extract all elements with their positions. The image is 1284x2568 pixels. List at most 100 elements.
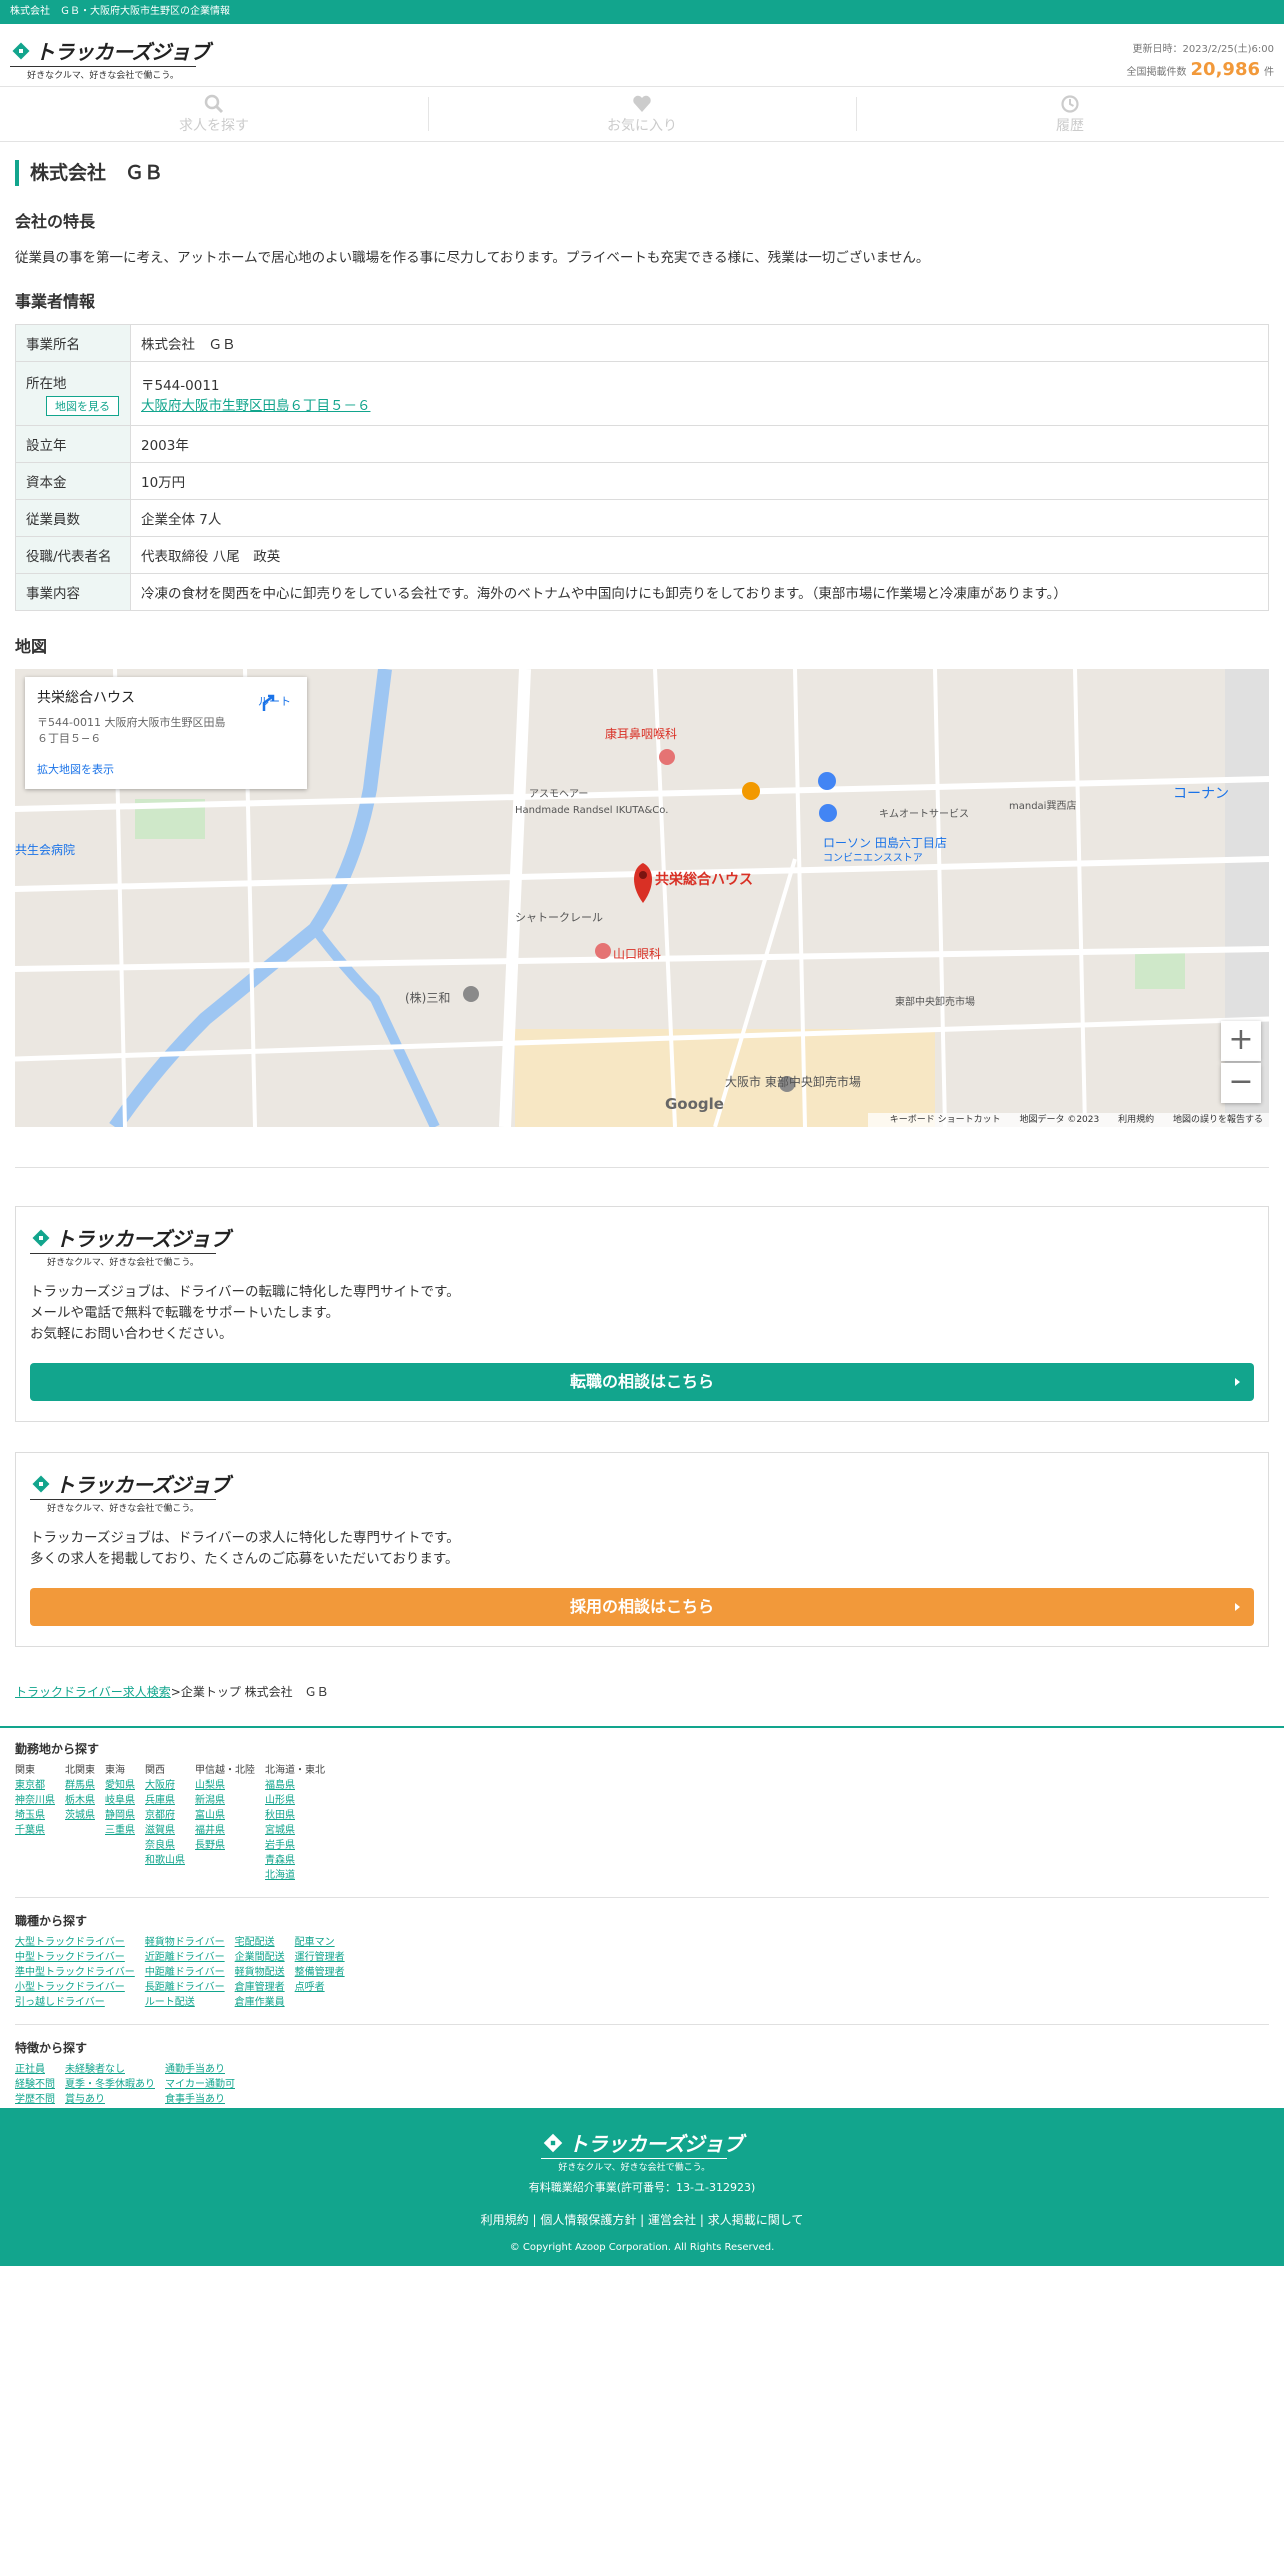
column-heading: 関西 (145, 1765, 165, 1776)
search-link[interactable]: 長野県 (195, 1838, 255, 1853)
map-label-sanwa: (株)三和 (405, 991, 451, 1005)
search-link[interactable]: 倉庫管理者 (235, 1980, 285, 1995)
search-icon (204, 94, 224, 114)
search-link[interactable]: 運行管理者 (295, 1950, 345, 1965)
footer-logo-tagline: 好きなクルマ、好きな会社で働こう。 (541, 2158, 728, 2173)
search-link[interactable]: 秋田県 (265, 1808, 325, 1823)
restaurant-pin-icon[interactable] (742, 782, 760, 800)
breadcrumb-current: 企業トップ 株式会社 ＧＢ (180, 1685, 329, 1699)
address-link[interactable]: 大阪府大阪市生野区田島６丁目５－６ (141, 398, 371, 414)
footer-link-terms[interactable]: 利用規約 (481, 2213, 529, 2227)
search-link[interactable]: 和歌山県 (145, 1853, 185, 1868)
search-link[interactable]: 山梨県 (195, 1778, 255, 1793)
search-link[interactable]: 近距離ドライバー (145, 1950, 225, 1965)
row-value: 冷凍の食材を関西を中心に卸売りをしている会社です。海外のベトナムや中国向けにも卸… (130, 573, 1269, 611)
address-value-cell: 〒544-0011 大阪府大阪市生野区田島６丁目５－６ (130, 361, 1269, 426)
zoom-out-button[interactable]: − (1221, 1063, 1261, 1103)
search-link[interactable]: 通勤手当あり (165, 2062, 245, 2077)
search-link[interactable]: 新潟県 (195, 1793, 255, 1808)
search-link[interactable]: 配車マン (295, 1935, 345, 1950)
search-link[interactable]: 食事手当あり (165, 2092, 245, 2107)
logo-diamond-icon (32, 1475, 50, 1492)
map-route-button[interactable]: ルート (258, 693, 291, 711)
promo-line: トラッカーズジョブは、ドライバーの転職に特化した専門サイトです。 (30, 1284, 460, 1300)
search-link[interactable]: 点呼者 (295, 1980, 345, 1995)
search-link[interactable]: 軽貨物ドライバー (145, 1935, 225, 1950)
search-link[interactable]: 経験不問 (15, 2077, 55, 2092)
search-link[interactable]: 宅配配送 (235, 1935, 285, 1950)
view-map-button[interactable]: 地図を見る (46, 395, 119, 416)
footer-logo[interactable]: トラッカーズジョブ 好きなクルマ、好きな会社で働こう。 (0, 2128, 1284, 2173)
search-link[interactable]: 軽貨物配送 (235, 1965, 285, 1980)
search-link[interactable]: 東京都 (15, 1778, 55, 1793)
search-link[interactable]: 埼玉県 (15, 1808, 55, 1823)
search-link[interactable]: 富山県 (195, 1808, 255, 1823)
search-link[interactable]: ルート配送 (145, 1995, 225, 2010)
search-link[interactable]: 三重県 (105, 1823, 135, 1838)
footer-link-posting[interactable]: 求人掲載に関して (708, 2213, 804, 2227)
site-logo[interactable]: トラッカーズジョブ 好きなクルマ、好きな会社で働こう。 (10, 36, 210, 81)
search-link[interactable]: 千葉県 (15, 1823, 55, 1838)
map-label-mandai: mandai巽西店 (1009, 801, 1077, 812)
search-link[interactable]: 宮城県 (265, 1823, 325, 1838)
search-link[interactable]: 未経験者なし (65, 2062, 155, 2077)
search-link[interactable]: 北海道 (265, 1868, 325, 1883)
logo-text: トラッカーズジョブ (35, 40, 210, 64)
promo-line: 多くの求人を掲載しており、たくさんのご応募をいただいております。 (30, 1551, 459, 1567)
search-link[interactable]: 長距離ドライバー (145, 1980, 225, 1995)
footer-link-privacy[interactable]: 個人情報保護方針 (540, 2213, 636, 2227)
search-link[interactable]: 愛知県 (105, 1778, 135, 1793)
search-link[interactable]: 小型トラックドライバー (15, 1980, 135, 1995)
enlarge-map-link[interactable]: 拡大地図を表示 (37, 761, 295, 777)
search-link[interactable]: 滋賀県 (145, 1823, 185, 1838)
footer-license: 有料職業紹介事業(許可番号：13-ユ-312923) (528, 2181, 756, 2194)
search-link[interactable]: 準中型トラックドライバー (15, 1965, 135, 1980)
search-link[interactable]: 栃木県 (65, 1793, 95, 1808)
search-link[interactable]: 岩手県 (265, 1838, 325, 1853)
search-link[interactable]: 茨城県 (65, 1808, 95, 1823)
map-terms-link[interactable]: 利用規約 (1118, 1115, 1154, 1125)
search-link[interactable]: 賞与あり (65, 2092, 155, 2107)
search-link[interactable]: 兵庫県 (145, 1793, 185, 1808)
promo-text: トラッカーズジョブは、ドライバーの転職に特化した専門サイトです。 メールや電話で… (30, 1282, 1254, 1345)
career-consult-button[interactable]: 転職の相談はこちら (30, 1363, 1254, 1401)
search-link[interactable]: 夏季・冬季休暇あり (65, 2077, 155, 2092)
search-link[interactable]: 企業間配送 (235, 1950, 285, 1965)
footer-logo-text: トラッカーズジョブ (568, 2132, 743, 2156)
search-link[interactable]: 引っ越しドライバー (15, 1995, 135, 2010)
search-link[interactable]: 中型トラックドライバー (15, 1950, 135, 1965)
search-link[interactable]: 青森県 (265, 1853, 325, 1868)
search-link[interactable]: 群馬県 (65, 1778, 95, 1793)
search-link[interactable]: 大阪府 (145, 1778, 185, 1793)
search-link[interactable]: 福井県 (195, 1823, 255, 1838)
footer-links: 利用規約 | 個人情報保護方針 | 運営会社 | 求人掲載に関して (480, 2213, 804, 2227)
search-link[interactable]: 整備管理者 (295, 1965, 345, 1980)
embedded-map[interactable]: 共栄総合ハウス 〒544-0011 大阪府大阪市生野区田島６丁目５−６ ルート … (15, 669, 1269, 1127)
row-label: 役職/代表者名 (15, 536, 131, 574)
search-link[interactable]: 京都府 (145, 1808, 185, 1823)
map-shortcuts-link[interactable]: キーボード ショートカット (890, 1115, 1001, 1125)
search-link[interactable]: マイカー通勤可 (165, 2077, 245, 2092)
breadcrumb-home-link[interactable]: トラックドライバー求人検索 (15, 1685, 171, 1699)
search-link[interactable]: 倉庫作業員 (235, 1995, 285, 2010)
search-link[interactable]: 岐阜県 (105, 1793, 135, 1808)
recruit-consult-button[interactable]: 採用の相談はこちら (30, 1588, 1254, 1626)
search-link[interactable]: 正社員 (15, 2062, 55, 2077)
footer-link-company[interactable]: 運営会社 (648, 2213, 696, 2227)
search-link[interactable]: 大型トラックドライバー (15, 1935, 135, 1950)
search-link[interactable]: 静岡県 (105, 1808, 135, 1823)
footer-copyright: © Copyright Azoop Corporation. All Right… (509, 2242, 775, 2253)
count-unit: 件 (1264, 67, 1274, 78)
map-report-link[interactable]: 地図の誤りを報告する (1173, 1115, 1263, 1125)
zoom-in-button[interactable]: + (1221, 1021, 1261, 1061)
nav-search[interactable]: 求人を探す (0, 87, 428, 141)
search-link[interactable]: 福島県 (265, 1778, 325, 1793)
search-link[interactable]: 山形県 (265, 1793, 325, 1808)
promo-logo: トラッカーズジョブ (30, 1469, 1254, 1498)
nav-favorites[interactable]: お気に入り (428, 87, 856, 141)
search-link[interactable]: 中距離ドライバー (145, 1965, 225, 1980)
search-link[interactable]: 学歴不問 (15, 2092, 55, 2107)
nav-history[interactable]: 履歴 (856, 87, 1284, 141)
search-link[interactable]: 神奈川県 (15, 1793, 55, 1808)
search-link[interactable]: 奈良県 (145, 1838, 185, 1853)
